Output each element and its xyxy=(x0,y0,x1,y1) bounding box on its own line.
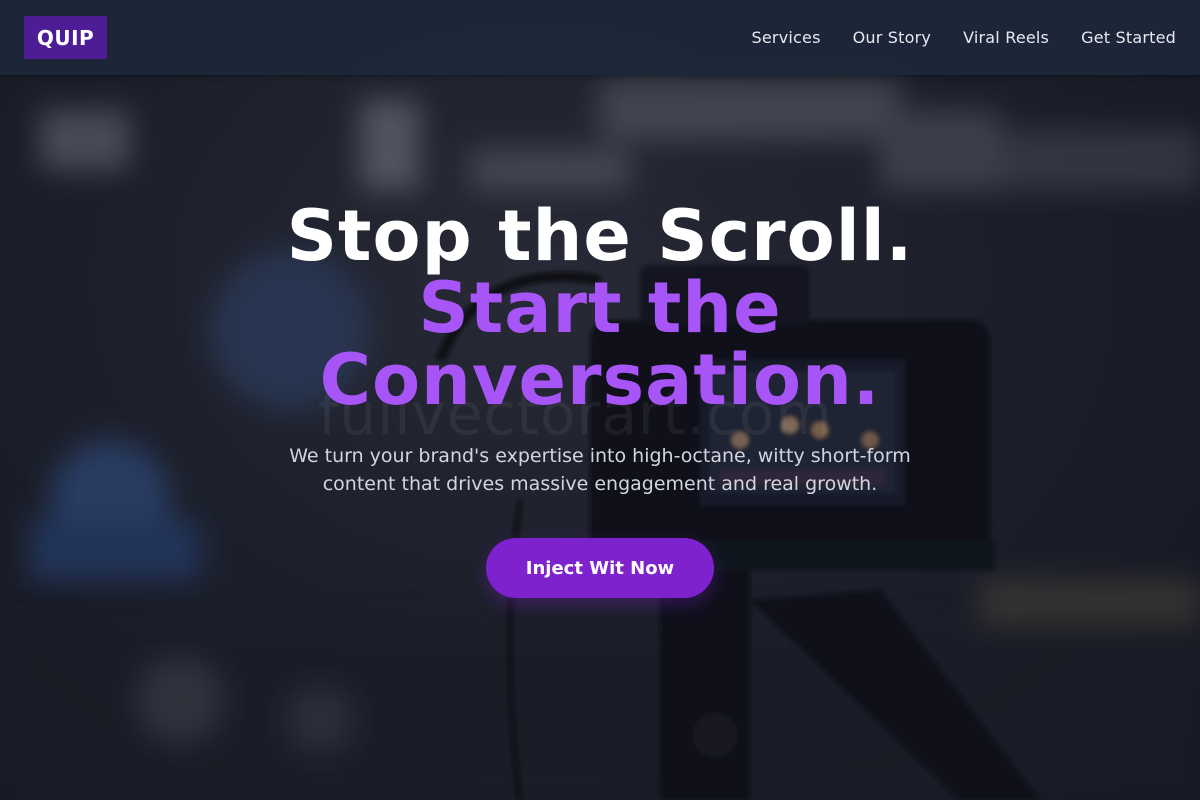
nav-links: Services Our Story Viral Reels Get Start… xyxy=(752,0,1176,75)
hero-section: Stop the Scroll. Start the Conversation.… xyxy=(0,75,1200,800)
nav-link-get-started[interactable]: Get Started xyxy=(1081,28,1176,47)
headline-line-2: Start the Conversation. xyxy=(319,267,881,421)
hero-subtitle: We turn your brand's expertise into high… xyxy=(289,445,911,495)
nav-link-our-story[interactable]: Our Story xyxy=(853,28,931,47)
nav-item-services: Services xyxy=(752,28,821,47)
landing-page: fullvectorart.com QUIP Services Our Stor… xyxy=(0,0,1200,800)
nav-item-viral-reels: Viral Reels xyxy=(963,28,1049,47)
brand-logo[interactable]: QUIP xyxy=(24,16,107,59)
hero-headline: Stop the Scroll. Start the Conversation. xyxy=(150,200,1050,416)
top-navbar: QUIP Services Our Story Viral Reels Get … xyxy=(0,0,1200,75)
nav-item-our-story: Our Story xyxy=(853,28,931,47)
headline-line-1: Stop the Scroll. xyxy=(286,195,914,277)
nav-link-viral-reels[interactable]: Viral Reels xyxy=(963,28,1049,47)
nav-link-services[interactable]: Services xyxy=(752,28,821,47)
nav-item-get-started: Get Started xyxy=(1081,28,1176,47)
inject-wit-now-button[interactable]: Inject Wit Now xyxy=(486,538,714,598)
